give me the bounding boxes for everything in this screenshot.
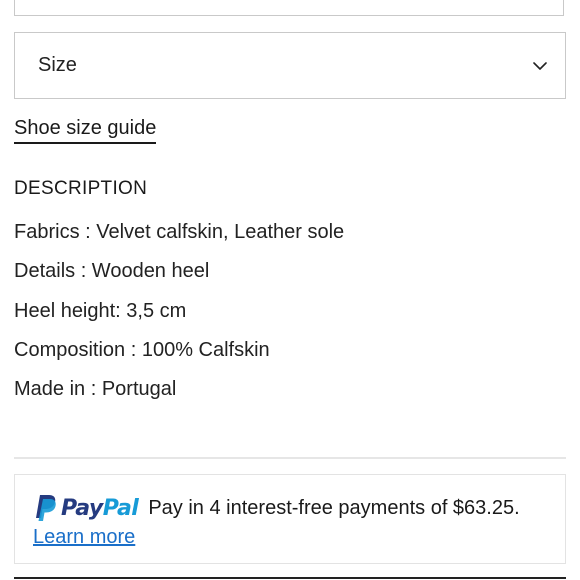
size-select[interactable]: Size [14, 32, 566, 99]
description-item-made-in: Made in : Portugal [14, 378, 177, 401]
paypal-wordmark: PayPal [61, 495, 139, 521]
section-divider [14, 457, 566, 459]
shoe-size-guide-link[interactable]: Shoe size guide [14, 116, 157, 144]
paypal-message-box: PayPal Pay in 4 interest-free payments o… [14, 474, 566, 564]
chevron-down-icon [531, 57, 549, 75]
paypal-message-row: PayPal Pay in 4 interest-free payments o… [33, 491, 547, 525]
paypal-logo: PayPal [33, 494, 139, 522]
bottom-divider [14, 577, 566, 579]
description-list: Fabrics : Velvet calfskin, Leather sole … [14, 220, 344, 416]
paypal-learn-more-link[interactable]: Learn more [33, 525, 135, 549]
description-item-heel-height: Heel height: 3,5 cm [14, 299, 187, 322]
product-details-page: Size Shoe size guide DESCRIPTION Fabrics… [0, 0, 580, 580]
paypal-installment-text: Pay in 4 interest-free payments of $63.2… [148, 496, 520, 519]
description-item-composition: Composition : 100% Calfskin [14, 338, 270, 361]
option-selector-previous[interactable] [14, 0, 564, 16]
description-item-details: Details : Wooden heel [14, 260, 210, 283]
description-item-fabrics: Fabrics : Velvet calfskin, Leather sole [14, 221, 345, 243]
description-heading: DESCRIPTION [14, 178, 148, 199]
paypal-p-icon [36, 495, 56, 521]
size-select-label: Size [38, 54, 77, 76]
